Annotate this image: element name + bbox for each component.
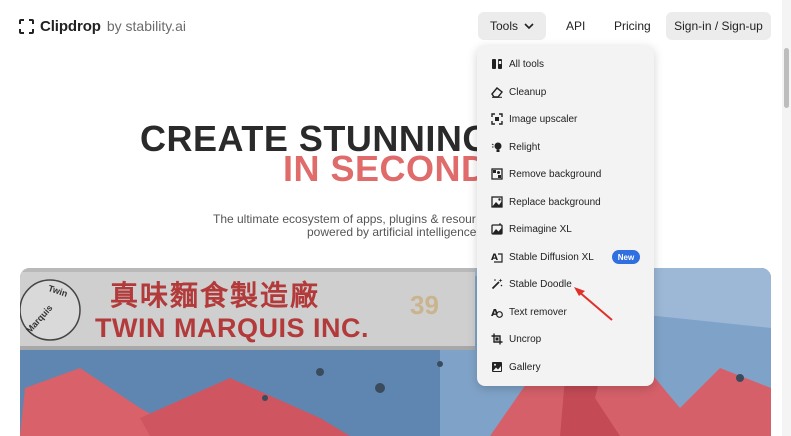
- menu-item-label: Cleanup: [509, 86, 547, 98]
- menu-item-gallery[interactable]: Gallery: [477, 354, 654, 380]
- hero-image: Twin Marquis 真味麵食製造廠 TWIN MARQUIS INC. 3…: [20, 268, 771, 436]
- gallery-icon: [491, 361, 503, 373]
- menu-item-label: Uncrop: [509, 333, 542, 345]
- reimagine-icon: [491, 223, 503, 235]
- page-scrollbar-thumb[interactable]: [784, 48, 789, 108]
- menu-item-text-remover[interactable]: A Text remover: [477, 299, 654, 325]
- menu-item-cleanup[interactable]: Cleanup: [477, 79, 654, 105]
- pricing-link[interactable]: Pricing: [614, 12, 651, 40]
- text-remover-icon: A: [491, 306, 503, 318]
- sign-chinese-text: 真味麵食製造廠: [110, 279, 321, 312]
- menu-item-label: Relight: [509, 141, 541, 153]
- menu-item-relight[interactable]: Relight: [477, 134, 654, 160]
- all-tools-icon: [491, 58, 503, 70]
- menu-item-remove-background[interactable]: Remove background: [477, 161, 654, 187]
- sign-english-text: TWIN MARQUIS INC.: [95, 313, 369, 343]
- annotation-arrow-icon: [574, 287, 613, 321]
- menu-item-label: Gallery: [509, 361, 541, 373]
- menu-item-stable-doodle[interactable]: Stable Doodle: [477, 271, 654, 297]
- menu-item-label: Stable Doodle: [509, 278, 572, 290]
- lightbulb-icon: [491, 141, 503, 153]
- menu-item-image-upscaler[interactable]: Image upscaler: [477, 106, 654, 132]
- hero-subtitle: IN SECOND: [283, 148, 488, 189]
- upscale-icon: [491, 113, 503, 125]
- top-nav: Tools API Pricing Sign-in / Sign-up: [0, 12, 791, 40]
- eraser-icon: [491, 86, 503, 98]
- menu-item-label: Text remover: [509, 306, 567, 318]
- hero-description-line1: The ultimate ecosystem of apps, plugins …: [213, 212, 476, 226]
- tools-menu-button[interactable]: Tools: [478, 12, 546, 40]
- menu-item-label: Reimagine XL: [509, 223, 572, 235]
- api-link[interactable]: API: [566, 12, 585, 40]
- menu-item-all-tools[interactable]: All tools: [477, 51, 654, 77]
- tools-label: Tools: [489, 19, 518, 33]
- menu-item-label: All tools: [509, 58, 545, 70]
- replace-background-icon: [491, 196, 503, 208]
- menu-item-replace-background[interactable]: Replace background: [477, 189, 654, 215]
- chevron-down-icon: [524, 19, 534, 33]
- menu-item-label: Replace background: [509, 196, 601, 208]
- tools-dropdown: All tools Cleanup Image upscaler Relight…: [477, 45, 654, 386]
- signin-button[interactable]: Sign-in / Sign-up: [666, 12, 771, 40]
- remove-background-icon: [491, 168, 503, 180]
- new-badge: New: [612, 250, 640, 264]
- hero-description-line2: powered by artificial intelligence: [307, 225, 477, 239]
- menu-item-uncrop[interactable]: Uncrop: [477, 326, 654, 352]
- menu-item-reimagine-xl[interactable]: Reimagine XL: [477, 216, 654, 242]
- menu-item-label: Remove background: [509, 168, 602, 180]
- sign-number: 39: [410, 290, 439, 320]
- menu-item-label: Image upscaler: [509, 113, 578, 125]
- uncrop-icon: [491, 333, 503, 345]
- stable-diffusion-icon: A: [491, 251, 503, 263]
- menu-item-label: Stable Diffusion XL: [509, 251, 594, 263]
- magic-wand-icon: [491, 278, 503, 290]
